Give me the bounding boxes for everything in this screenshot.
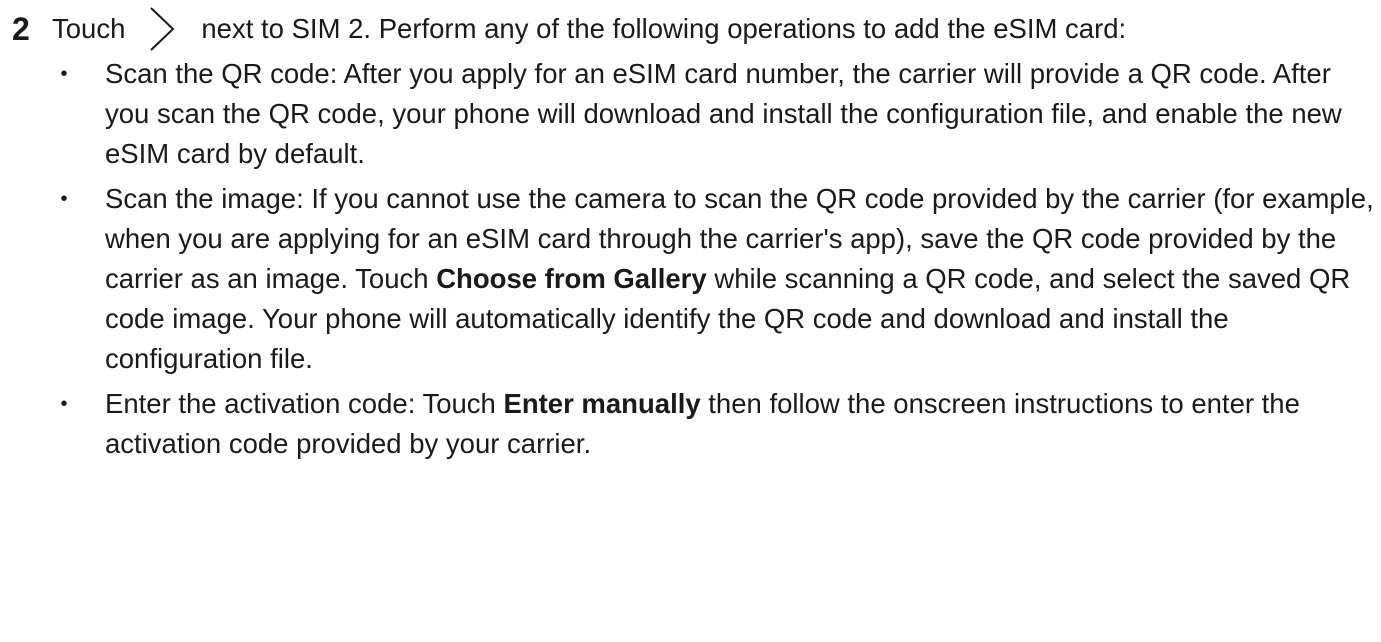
- enter-manually-label: Enter manually: [503, 388, 701, 419]
- chevron-right-icon: [135, 6, 187, 52]
- bullet-dot: •: [60, 188, 68, 210]
- choose-from-gallery-label: Choose from Gallery: [436, 263, 707, 294]
- list-item: • Enter the activation code: Touch Enter…: [12, 384, 1377, 464]
- operation-list: • Scan the QR code: After you apply for …: [12, 54, 1377, 464]
- step-header: 2 Touch next to SIM 2. Perform any of th…: [12, 4, 1377, 54]
- list-item: • Scan the QR code: After you apply for …: [12, 54, 1377, 174]
- bullet-text-before: Enter the activation code: Touch: [105, 388, 504, 419]
- bullet-dot: •: [60, 63, 68, 85]
- bullet-text: Scan the QR code: After you apply for an…: [105, 58, 1342, 169]
- step-text-before-icon: Touch: [52, 13, 126, 44]
- step-text-after-icon: next to SIM 2. Perform any of the follow…: [201, 13, 1127, 44]
- step-number: 2: [12, 10, 30, 47]
- list-item: • Scan the image: If you cannot use the …: [12, 179, 1377, 379]
- step-2: 2 Touch next to SIM 2. Perform any of th…: [12, 4, 1377, 469]
- bullet-dot: •: [60, 393, 68, 415]
